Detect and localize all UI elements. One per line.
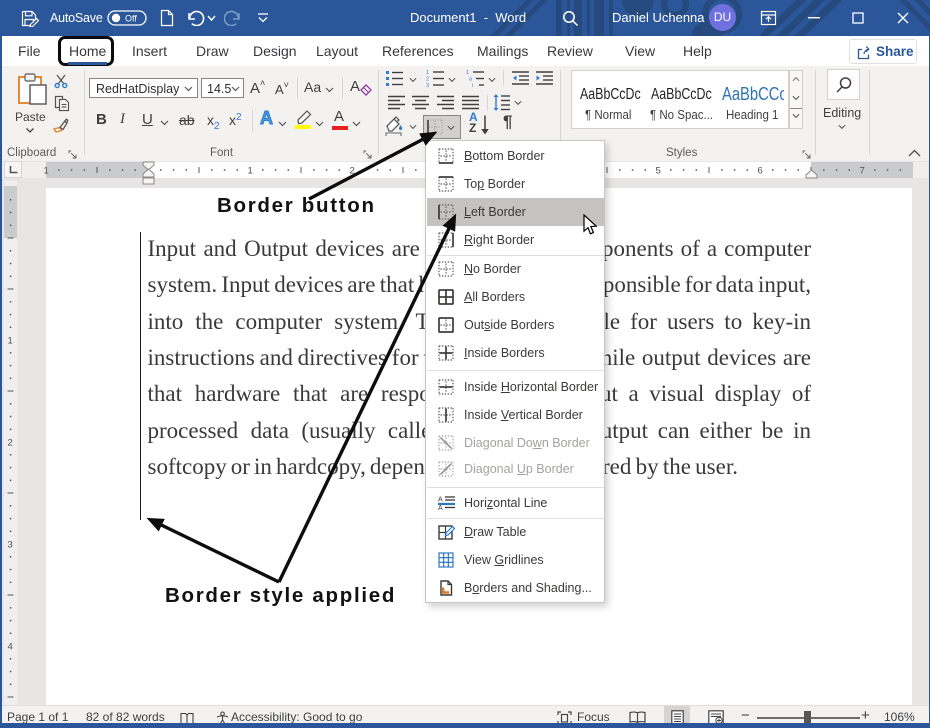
svg-text:2: 2 (8, 438, 13, 449)
svg-text:A: A (438, 505, 443, 511)
svg-text:1: 1 (426, 70, 429, 76)
svg-text:i: i (472, 83, 473, 87)
svg-text:1: 1 (8, 336, 13, 347)
svg-text:2: 2 (350, 166, 355, 177)
svg-text:2: 2 (426, 77, 429, 83)
svg-text:1: 1 (44, 166, 49, 177)
svg-text:1: 1 (466, 70, 469, 76)
svg-text:3: 3 (426, 83, 429, 87)
svg-text:a: a (469, 77, 473, 83)
svg-text:A: A (438, 497, 443, 504)
svg-text:4: 4 (8, 642, 13, 653)
svg-text:1: 1 (248, 166, 253, 177)
svg-text:5: 5 (656, 166, 661, 177)
svg-text:3: 3 (8, 540, 13, 551)
svg-text:Off: Off (125, 14, 137, 24)
svg-text:7: 7 (860, 166, 865, 177)
svg-text:6: 6 (758, 166, 763, 177)
